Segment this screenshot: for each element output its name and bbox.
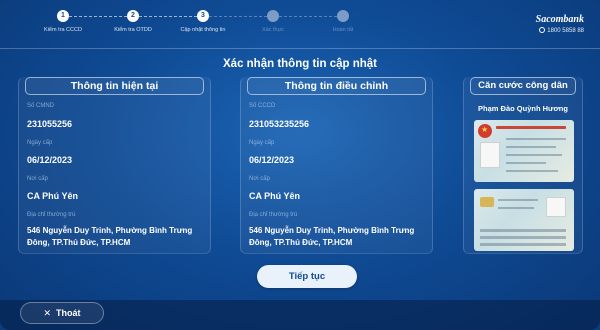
address-value: 546 Nguyễn Duy Trinh, Phường Bình Trưng … xyxy=(249,226,415,247)
exit-label: Thoát xyxy=(56,308,81,318)
step-3-label: Cập nhật thông tin xyxy=(180,27,226,33)
updated-info-panel: Thông tin điều chỉnh Số CCCD 23105323525… xyxy=(240,77,433,254)
issue-date-value: 06/12/2023 xyxy=(249,155,295,165)
updated-info-title: Thông tin điều chỉnh xyxy=(247,77,426,95)
issue-date-label: Ngày cấp xyxy=(249,140,275,146)
card-text-line xyxy=(506,170,558,172)
step-2: 2 Kiểm tra OTDD xyxy=(98,10,168,33)
card-text-line xyxy=(498,207,534,209)
card-mrz-line xyxy=(480,229,566,232)
id-card-panel: Căn cước công dân Phạm Đào Quỳnh Hương xyxy=(463,77,583,254)
id-number-value: 231053235256 xyxy=(249,119,310,129)
current-info-title: Thông tin hiện tại xyxy=(25,77,204,95)
continue-button[interactable]: Tiếp tục xyxy=(257,265,357,288)
id-card-back-image xyxy=(474,189,574,251)
step-3: 3 Cập nhật thông tin xyxy=(168,10,238,33)
step-4-label: Xác thực xyxy=(261,27,285,33)
step-4: 4 Xác thực xyxy=(238,10,308,33)
card-text-line xyxy=(506,138,566,140)
step-2-label: Kiểm tra OTDD xyxy=(114,27,152,33)
card-photo xyxy=(480,142,500,168)
card-text-line xyxy=(506,146,556,148)
step-5-dot: 5 xyxy=(337,10,349,22)
app-screen: 1 Kiểm tra CCCD 2 Kiểm tra OTDD 3 Cập nh… xyxy=(0,0,600,330)
card-text-line xyxy=(506,154,562,156)
brand-logo: Sacombank 1800 5858 88 xyxy=(536,14,584,34)
id-number-label: Số CMND xyxy=(27,103,55,109)
phone-icon xyxy=(539,27,546,33)
hotline-number: 1800 5858 88 xyxy=(547,28,584,34)
card-mrz-line xyxy=(480,243,566,246)
hotline: 1800 5858 88 xyxy=(536,27,584,34)
progress-stepper: 1 Kiểm tra CCCD 2 Kiểm tra OTDD 3 Cập nh… xyxy=(28,10,358,44)
step-3-dot: 3 xyxy=(197,10,209,22)
issue-date-value: 06/12/2023 xyxy=(27,155,73,165)
exit-button[interactable]: ✕ Thoát xyxy=(20,302,104,324)
id-card-title: Căn cước công dân xyxy=(470,77,576,95)
step-5-label: Hoàn tất xyxy=(332,27,354,33)
card-owner-name: Phạm Đào Quỳnh Hương xyxy=(478,104,568,113)
page-title: Xác nhận thông tin cập nhật xyxy=(223,58,377,70)
id-number-label: Số CCCD xyxy=(249,103,276,109)
address-label: Địa chỉ thường trú xyxy=(27,212,76,218)
address-label: Địa chỉ thường trú xyxy=(249,212,298,218)
brand-name: Sacombank xyxy=(535,14,584,25)
address-value: 546 Nguyễn Duy Trinh, Phường Bình Trưng … xyxy=(27,226,193,247)
national-emblem-icon xyxy=(478,124,492,138)
header-divider xyxy=(0,48,600,49)
issue-place-label: Nơi cấp xyxy=(27,176,48,182)
issue-place-label: Nơi cấp xyxy=(249,176,270,182)
card-mrz-line xyxy=(480,236,566,239)
card-chip xyxy=(480,197,494,207)
step-2-dot: 2 xyxy=(127,10,139,22)
step-4-dot: 4 xyxy=(267,10,279,22)
id-number-value: 231055256 xyxy=(27,119,73,129)
close-icon: ✕ xyxy=(43,308,52,318)
card-fingerprint xyxy=(546,197,566,217)
current-info-panel: Thông tin hiện tại Số CMND 231055256 Ngà… xyxy=(18,77,211,254)
step-1: 1 Kiểm tra CCCD xyxy=(28,10,98,33)
step-1-dot: 1 xyxy=(57,10,69,22)
step-5: 5 Hoàn tất xyxy=(308,10,378,33)
id-card-front-image xyxy=(474,120,574,182)
issue-place-value: CA Phú Yên xyxy=(27,191,79,201)
card-text-line xyxy=(498,199,538,201)
card-header-band xyxy=(496,126,566,129)
step-1-label: Kiểm tra CCCD xyxy=(44,27,82,33)
issue-date-label: Ngày cấp xyxy=(27,140,53,146)
issue-place-value: CA Phú Yên xyxy=(249,191,301,201)
card-text-line xyxy=(506,162,546,164)
